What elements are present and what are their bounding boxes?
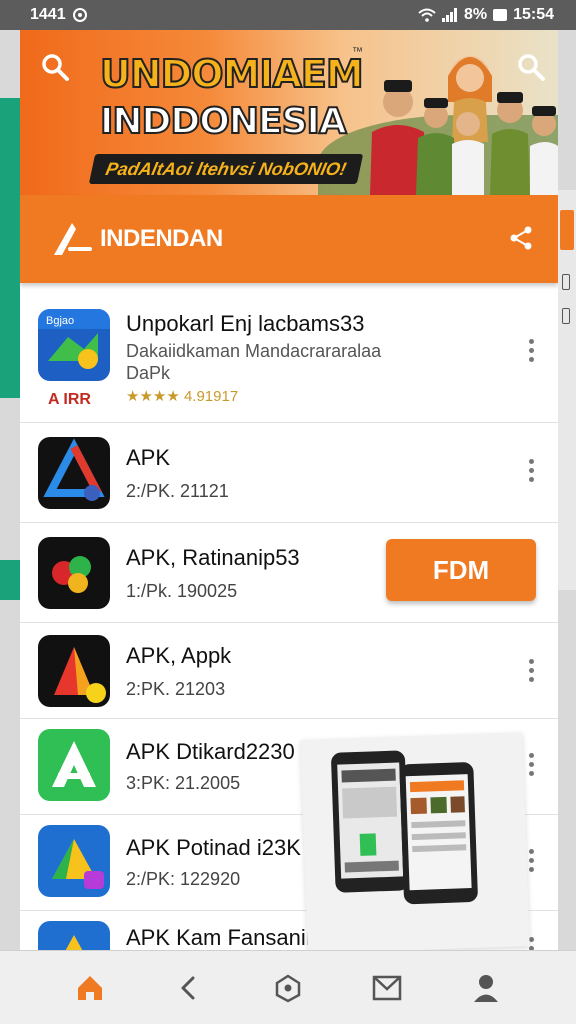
brand-logo-icon [54, 223, 92, 255]
bottom-navigation [0, 950, 576, 1024]
app-title: APK Dtikard2230 [126, 739, 295, 764]
banner-subtitle: INDDONESIA [99, 101, 348, 143]
phones-illustration [300, 732, 530, 950]
app-icon [38, 437, 110, 509]
side-marker [562, 308, 570, 324]
app-icon: Bgjao [38, 309, 110, 381]
app-header: INDENDAN [20, 195, 558, 283]
wifi-icon [418, 8, 436, 22]
app-icon [38, 537, 110, 609]
app-icon [38, 635, 110, 707]
app-rating: ★★★★ 4.91917 [126, 388, 239, 405]
list-item[interactable]: Bgjao A IRR Unpokarl Enj lacbams33 Dakai… [20, 283, 558, 423]
app-title: Unpokarl Enj lacbams33 [126, 311, 365, 336]
share-icon[interactable] [508, 225, 534, 251]
more-vert-icon[interactable] [526, 339, 536, 365]
battery-percent: 8% [463, 6, 488, 23]
side-marker [562, 274, 570, 290]
app-title: APK, Ratinanip53 [126, 545, 300, 570]
more-vert-icon[interactable] [526, 849, 536, 875]
brand-name: INDENDAN [100, 225, 223, 252]
signal-icon [441, 8, 457, 22]
app-description: DaPk [126, 363, 171, 383]
side-panel-right [558, 190, 576, 590]
promo-banner[interactable]: UNDOMIAEM ™ INDDONESIA PadAltAoi ltehvsi… [20, 30, 558, 195]
app-meta: 2:PK. 21203 [126, 679, 226, 699]
app-icon [38, 729, 110, 801]
list-item[interactable]: APK, Ratinanip53 1:/Pk. 190025 FDM [20, 523, 558, 623]
profile-icon[interactable] [464, 966, 508, 1010]
app-meta: 2:/PK: 122920 [126, 869, 241, 889]
mail-icon[interactable] [365, 966, 409, 1010]
side-tab[interactable] [560, 210, 574, 250]
app-description: Dakaiidkaman Mandacrararalaa [126, 341, 382, 361]
battery-icon [493, 9, 508, 21]
side-stripe [0, 560, 20, 600]
app-brand-tag: A IRR [48, 391, 91, 408]
app-meta: 1:/Pk. 190025 [126, 581, 238, 601]
search-icon[interactable] [516, 52, 546, 82]
search-icon[interactable] [40, 52, 70, 82]
app-icon [38, 825, 110, 897]
side-stripe [0, 98, 20, 398]
svg-text:Bgjao: Bgjao [46, 315, 74, 327]
banner-title: UNDOMIAEM [99, 52, 365, 96]
app-screen: UNDOMIAEM ™ INDDONESIA PadAltAoi ltehvsi… [20, 30, 558, 950]
more-vert-icon[interactable] [526, 459, 536, 485]
list-item[interactable]: APK 2:/PK. 21121 [20, 423, 558, 523]
list-item[interactable]: APK, Appk 2:PK. 21203 [20, 623, 558, 719]
app-title: APK, Appk [126, 643, 232, 668]
more-vert-icon[interactable] [526, 659, 536, 685]
more-vert-icon[interactable] [526, 753, 536, 779]
banner-tagline: PadAltAoi ltehvsi NobONIO! [88, 154, 364, 184]
clock-left: 1441 [30, 6, 66, 23]
app-title: APK Potinad i23K [126, 835, 301, 860]
recents-icon[interactable] [266, 966, 310, 1010]
sync-icon [72, 8, 87, 22]
app-meta: 3:PK: 21.2005 [126, 773, 241, 793]
app-title: APK [126, 445, 171, 470]
download-button[interactable]: FDM [386, 539, 536, 601]
back-icon[interactable] [167, 966, 211, 1010]
home-icon[interactable] [68, 966, 112, 1010]
app-meta: 2:/PK. 21121 [126, 481, 229, 501]
app-icon [38, 921, 110, 950]
clock-right: 15:54 [513, 6, 554, 23]
status-bar: 1441 8% 15:54 [0, 0, 576, 30]
